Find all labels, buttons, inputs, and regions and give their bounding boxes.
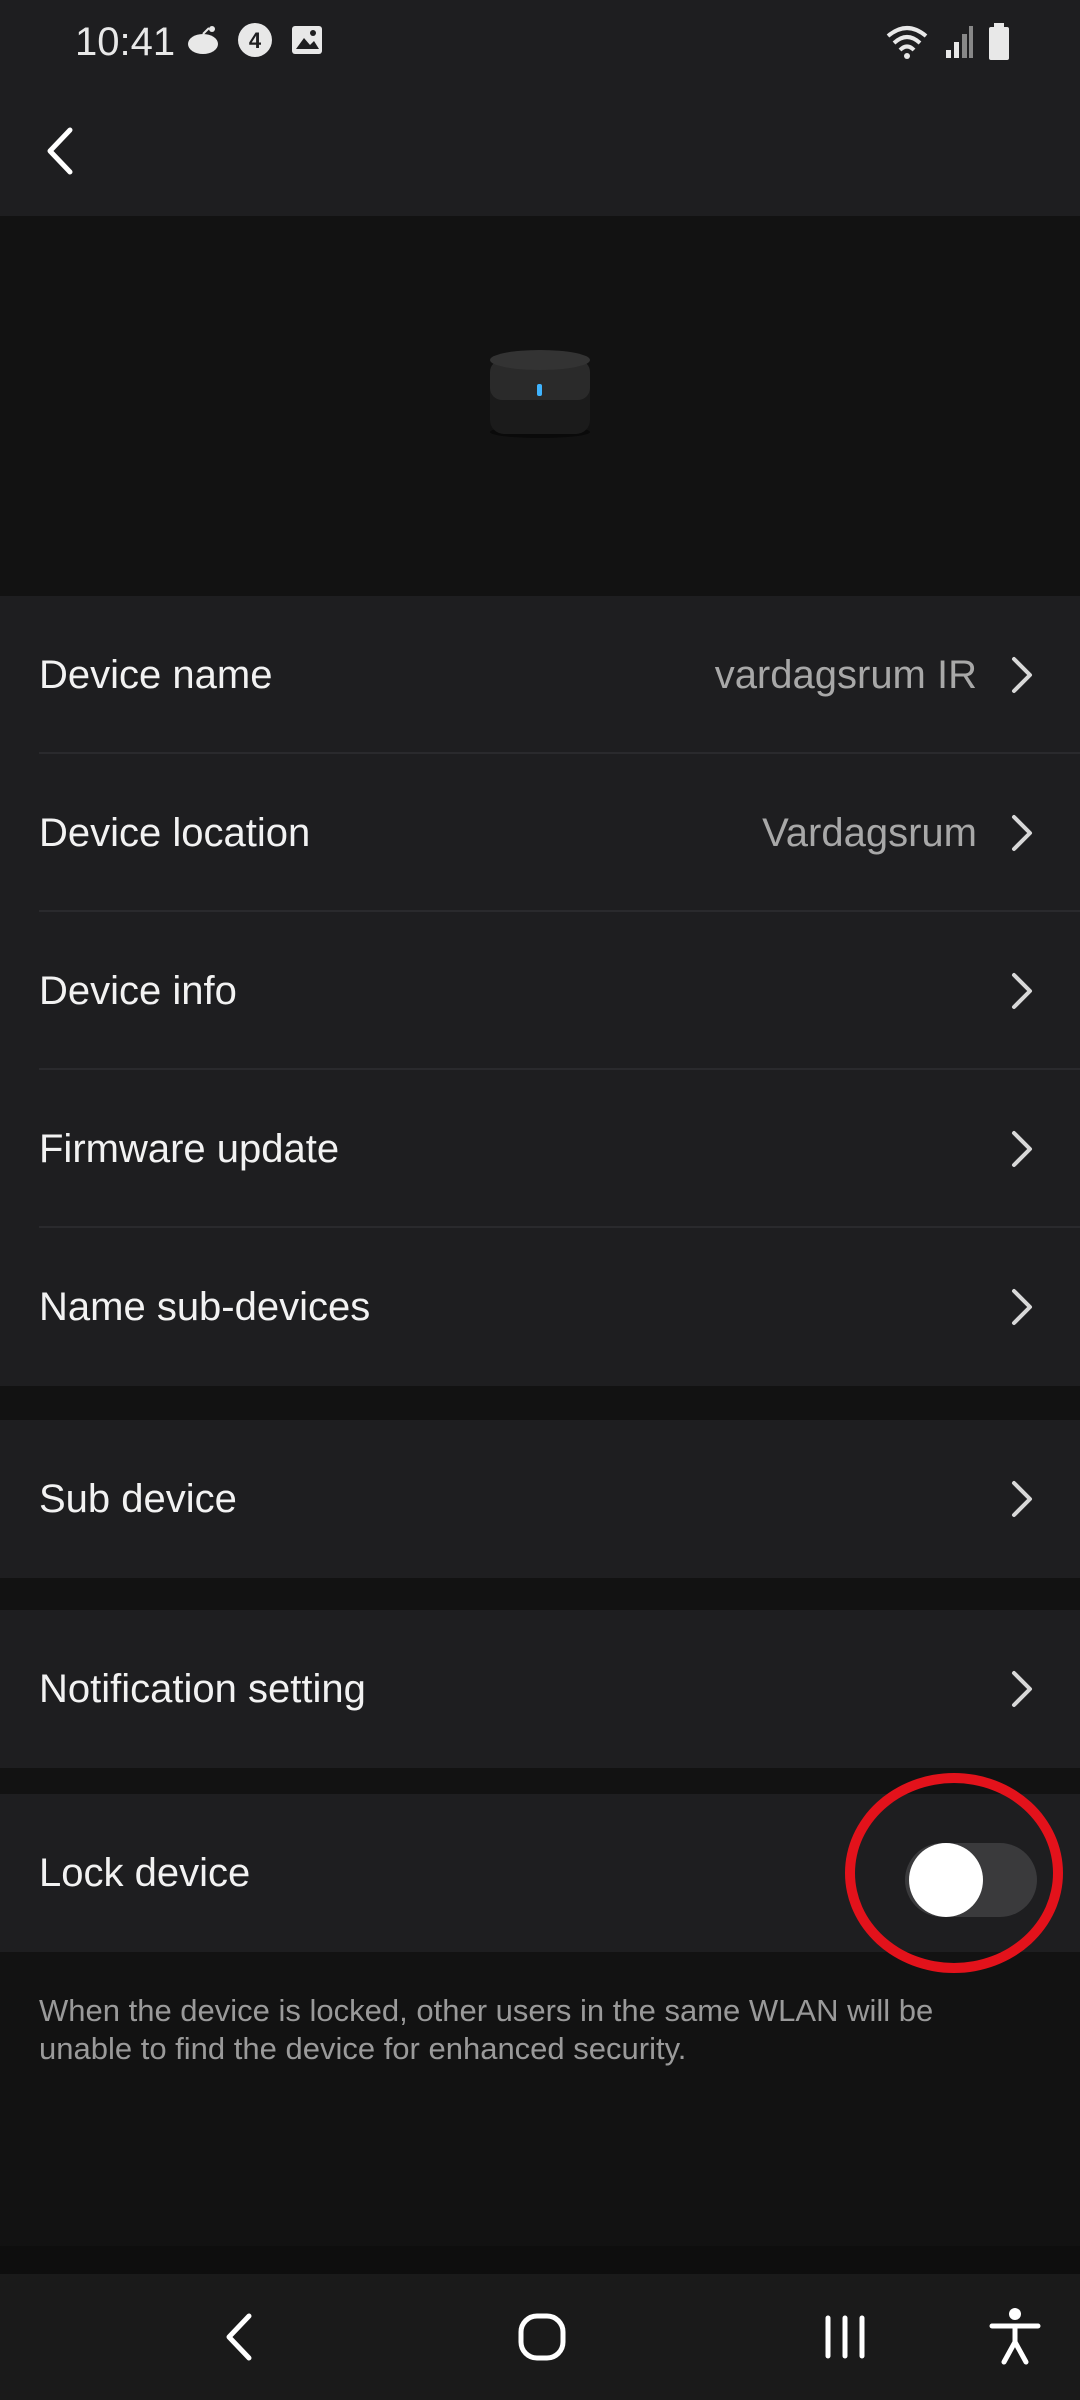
notification-setting-row[interactable]: Notification setting	[0, 1610, 1080, 1768]
settings-group-sub-device: Sub device	[0, 1420, 1080, 1578]
sub-device-row[interactable]: Sub device	[0, 1420, 1080, 1578]
status-time: 10:41	[75, 20, 176, 64]
device-image	[490, 350, 590, 438]
nav-back-icon[interactable]	[205, 2302, 275, 2372]
nav-recents-icon[interactable]	[810, 2302, 880, 2372]
name-sub-devices-row[interactable]: Name sub-devices	[0, 1228, 1080, 1386]
row-label: Firmware update	[39, 1126, 340, 1171]
chevron-right-icon	[1012, 1131, 1032, 1167]
row-value: Vardagsrum	[762, 810, 977, 855]
nav-home-icon[interactable]	[507, 2302, 577, 2372]
row-label: Device name	[39, 652, 273, 697]
system-nav-bar	[0, 2246, 1080, 2400]
status-bar: 10:41 4	[0, 0, 1080, 86]
chevron-right-icon	[1012, 657, 1032, 693]
row-value: vardagsrum IR	[714, 652, 977, 697]
lock-help-text: When the device is locked, other users i…	[39, 1993, 934, 2066]
row-label: Device location	[39, 810, 311, 855]
firmware-update-row[interactable]: Firmware update	[0, 1070, 1080, 1228]
back-icon[interactable]	[28, 116, 98, 186]
chevron-right-icon	[1012, 1481, 1032, 1517]
reddit-icon	[188, 26, 218, 54]
highlight-circle	[845, 1773, 1063, 1973]
notification-icons: 4	[185, 22, 325, 58]
wifi-icon	[886, 26, 928, 59]
channel-4-icon: 4	[238, 23, 272, 57]
chevron-right-icon	[1012, 973, 1032, 1009]
row-label: Device info	[39, 968, 237, 1013]
signal-icon	[946, 26, 973, 58]
system-icons	[884, 22, 1010, 62]
chevron-right-icon	[1012, 815, 1032, 851]
row-label: Lock device	[39, 1850, 251, 1895]
gallery-icon	[292, 26, 322, 54]
row-label: Notification setting	[39, 1666, 366, 1711]
device-hero	[0, 216, 1080, 596]
chevron-right-icon	[1012, 1671, 1032, 1707]
device-location-row[interactable]: Device location Vardagsrum	[0, 754, 1080, 912]
row-label: Sub device	[39, 1476, 237, 1521]
svg-text:4: 4	[249, 28, 262, 53]
battery-icon	[989, 23, 1009, 60]
device-info-row[interactable]: Device info	[0, 912, 1080, 1070]
accessibility-icon[interactable]	[980, 2302, 1050, 2372]
settings-group-notification: Notification setting	[0, 1610, 1080, 1768]
app-bar	[0, 86, 1080, 216]
device-name-row[interactable]: Device name vardagsrum IR	[0, 596, 1080, 754]
row-label: Name sub-devices	[39, 1284, 371, 1329]
chevron-right-icon	[1012, 1289, 1032, 1325]
settings-group-main: Device name vardagsrum IR Device locatio…	[0, 596, 1080, 1386]
